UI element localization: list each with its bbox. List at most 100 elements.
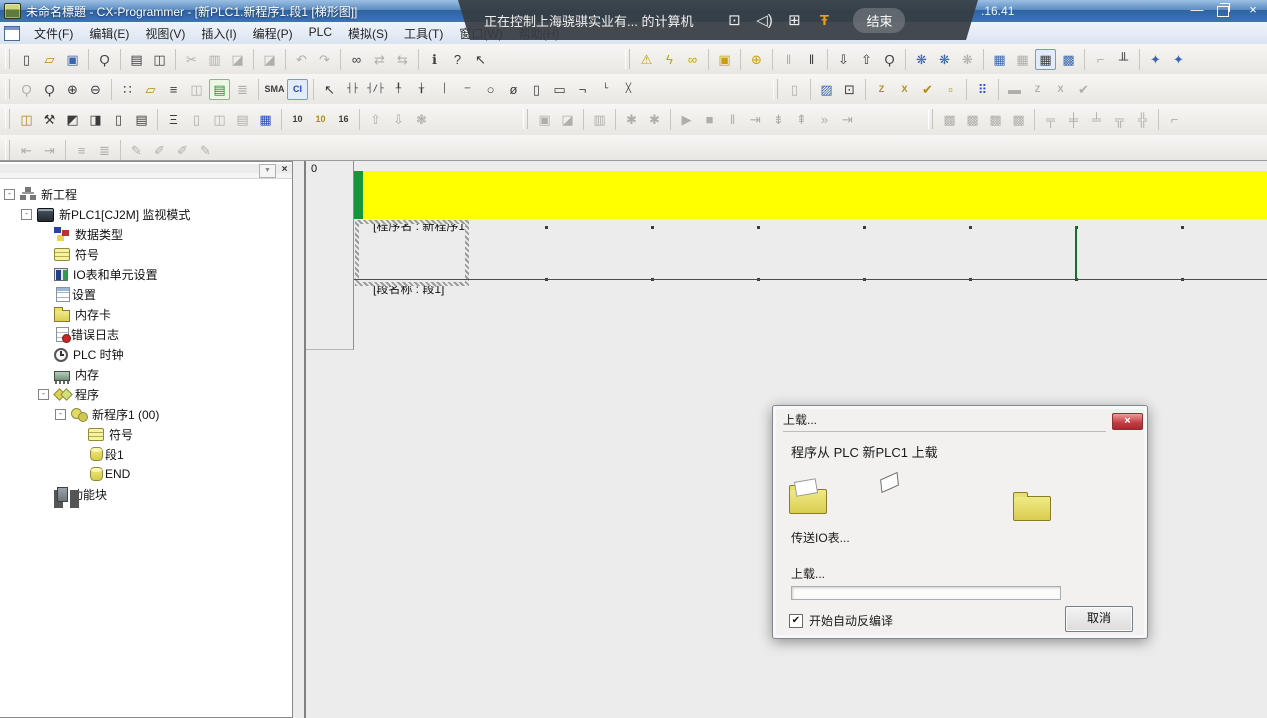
toolbar-rung-list-icon[interactable]: ≡ — [163, 79, 184, 100]
toolbar-outdent-icon[interactable]: ⇤ — [16, 140, 37, 161]
toolbar-zoom-region-icon[interactable]: Ϙ — [39, 79, 60, 100]
toolbar-show-grid-icon[interactable]: ∷ — [117, 79, 138, 100]
toolbar-cut-icon[interactable]: ✂ — [181, 49, 202, 70]
toolbar-ft-t5-icon[interactable]: ╬ — [1132, 109, 1153, 130]
toolbar-io-bit-table-icon[interactable]: ▦ — [255, 109, 276, 130]
toolbar-find-in-project-icon[interactable]: Ϙ — [94, 49, 115, 70]
toolbar-format-hex-icon[interactable]: 16 — [333, 109, 354, 130]
tree-item-settings[interactable]: 设置 — [0, 284, 292, 304]
toolbar-grip[interactable] — [5, 140, 10, 160]
tree-item-plc[interactable]: -新PLC1[CJ2M] 监视模式 — [0, 204, 292, 224]
expand-toggle-icon[interactable]: - — [21, 209, 32, 220]
toolbar-contact-down-icon[interactable]: ╁ — [411, 79, 432, 100]
menu-item-文件F[interactable]: 文件(F) — [26, 22, 81, 45]
toolbar-transfer-from-plc-icon[interactable]: ⇧ — [856, 49, 877, 70]
toolbar-coil-closed-icon[interactable]: ø — [503, 79, 524, 100]
toolbar-sim-stop-icon[interactable]: ■ — [699, 109, 720, 130]
toolbar-monitor-pause-icon[interactable]: ▦ — [1012, 49, 1033, 70]
toolbar-ink-4-icon[interactable]: ✎ — [195, 140, 216, 161]
toolbar-zoom-tool-icon[interactable]: Ϙ — [16, 79, 37, 100]
toolbar-show-sma-icon[interactable]: SMA — [264, 79, 285, 100]
toolbar-ft-corner-icon[interactable]: ⌐ — [1164, 109, 1185, 130]
toolbar-monitor-run-icon[interactable]: ▦ — [1035, 49, 1056, 70]
toolbar-diff-trace-icon[interactable]: ╨ — [1113, 49, 1134, 70]
tree-item-program1-symbols[interactable]: 符号 — [0, 424, 292, 444]
cancel-button[interactable]: 取消 — [1065, 606, 1133, 632]
mdi-child-icon[interactable] — [4, 26, 20, 41]
minimize-button[interactable]: — — [1189, 2, 1205, 18]
panel-splitter[interactable] — [293, 161, 306, 718]
toolbar-undo-icon[interactable]: ↶ — [291, 49, 312, 70]
toolbar-pause-b-icon[interactable]: ‖ — [801, 49, 822, 70]
toolbar-contact-nc-icon[interactable]: ┤/├ — [365, 79, 386, 100]
toolbar-instruction-box-icon[interactable]: ▯ — [526, 79, 547, 100]
layout-icon[interactable]: ⊞ — [779, 11, 809, 29]
speaker-icon[interactable]: ◁) — [749, 11, 779, 29]
toolbar-new-file-icon[interactable]: ▯ — [16, 49, 37, 70]
expand-toggle-icon[interactable]: - — [38, 389, 49, 400]
toolbar-compare-with-plc-icon[interactable]: Ϙ — [879, 49, 900, 70]
toolbar-ft-t4-icon[interactable]: ╦ — [1109, 109, 1130, 130]
toolbar-grip[interactable] — [5, 79, 10, 99]
toolbar-ft-mon-4-icon[interactable]: ▩ — [1008, 109, 1029, 130]
toolbar-sim-run-icon[interactable]: ▶ — [676, 109, 697, 130]
toolbar-coil-icon[interactable]: ○ — [480, 79, 501, 100]
toolbar-open-file-icon[interactable]: ▱ — [39, 49, 60, 70]
toolbar-ink-1-icon[interactable]: ✎ — [126, 140, 147, 161]
toolbar-cross-reference-icon[interactable]: Ξ — [163, 109, 184, 130]
toolbar-compile-icon[interactable]: ⚠ — [636, 49, 657, 70]
toolbar-tree-display-icon[interactable]: ≣ — [232, 79, 253, 100]
toolbar-format-signed-icon[interactable]: 10 — [310, 109, 331, 130]
tree-item-end[interactable]: END — [0, 464, 292, 484]
toolbar-grip[interactable] — [625, 49, 630, 69]
tool-icon[interactable]: Ŧ — [809, 12, 839, 29]
toolbar-work-online-sim-icon[interactable]: ❋ — [934, 49, 955, 70]
toolbar-mon-edit-a-icon[interactable]: ▬ — [1004, 79, 1025, 100]
toolbar-go-next-ref-icon[interactable]: ⇩ — [388, 109, 409, 130]
toolbar-ft-mon-3-icon[interactable]: ▩ — [985, 109, 1006, 130]
tree-item-io-table[interactable]: IO表和单元设置 — [0, 264, 292, 284]
tree-close-icon[interactable]: × — [278, 163, 291, 176]
toolbar-block-edit-icon[interactable]: ⠿ — [972, 79, 993, 100]
toolbar-paste-attributes-icon[interactable]: ◪ — [259, 49, 280, 70]
tree-item-section1[interactable]: 段1 — [0, 444, 292, 464]
toolbar-window-report-icon[interactable]: ▤ — [131, 109, 152, 130]
toolbar-force-off-icon[interactable]: ✦ — [1168, 49, 1189, 70]
auto-decompile-checkbox[interactable]: ✔ — [789, 614, 803, 628]
toolbar-format-decimal-icon[interactable]: 10 — [287, 109, 308, 130]
toolbar-force-on-icon[interactable]: ✦ — [1145, 49, 1166, 70]
tree-item-symbols[interactable]: 符号 — [0, 244, 292, 264]
toolbar-instruction-box2-icon[interactable]: ▭ — [549, 79, 570, 100]
toolbar-list-view-b-icon[interactable]: ≣ — [94, 140, 115, 161]
toolbar-grip[interactable] — [5, 109, 10, 129]
toolbar-sim-hand-b-icon[interactable]: ✱ — [644, 109, 665, 130]
dialog-close-button[interactable]: × — [1112, 413, 1143, 430]
toolbar-monitor-data-icon[interactable]: ▩ — [1058, 49, 1079, 70]
toolbar-sim-save-as-icon[interactable]: ◪ — [557, 109, 578, 130]
toolbar-transfer-to-plc-icon[interactable]: ⇩ — [833, 49, 854, 70]
toolbar-invert-icon[interactable]: ¬ — [572, 79, 593, 100]
menu-item-工具T[interactable]: 工具(T) — [396, 22, 451, 45]
tree-item-function-blocks[interactable]: 功能块 — [0, 484, 292, 504]
toolbar-zoom-in-icon[interactable]: ⊕ — [62, 79, 83, 100]
toolbar-ink-3-icon[interactable]: ✐ — [172, 140, 193, 161]
toolbar-ft-t3-icon[interactable]: ╧ — [1086, 109, 1107, 130]
tree-item-memory[interactable]: 内存 — [0, 364, 292, 384]
toolbar-ink-2-icon[interactable]: ✐ — [149, 140, 170, 161]
toolbar-sim-hand-a-icon[interactable]: ✱ — [621, 109, 642, 130]
toolbar-sim-save-icon[interactable]: ▣ — [534, 109, 555, 130]
toolbar-ft-t1-icon[interactable]: ╤ — [1040, 109, 1061, 130]
menu-item-模拟S[interactable]: 模拟(S) — [340, 22, 396, 45]
toolbar-new-window-icon[interactable]: ◫ — [16, 109, 37, 130]
toolbar-save-icon[interactable]: ▣ — [62, 49, 83, 70]
toolbar-contact-no-icon[interactable]: ┤├ — [342, 79, 363, 100]
toolbar-print-icon[interactable]: ▤ — [126, 49, 147, 70]
expand-toggle-icon[interactable]: - — [55, 409, 66, 420]
toolbar-online-edit-send-icon[interactable]: ▯ — [784, 79, 805, 100]
menu-item-编辑E[interactable]: 编辑(E) — [81, 22, 137, 45]
toolbar-context-help-icon[interactable]: ↖ — [470, 49, 491, 70]
tree-item-program1[interactable]: -新程序1 (00) — [0, 404, 292, 424]
tree-item-memory-card[interactable]: 内存卡 — [0, 304, 292, 324]
menu-item-视图V[interactable]: 视图(V) — [137, 22, 193, 45]
end-control-button[interactable]: 结束 — [853, 8, 905, 33]
